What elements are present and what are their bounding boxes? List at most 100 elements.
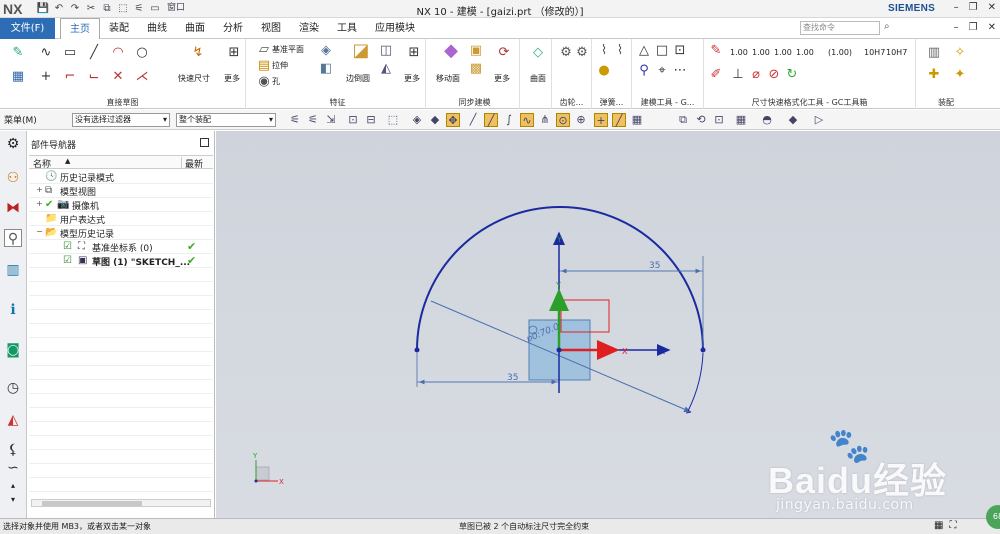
shaded-icon[interactable]: ◆ [786, 113, 800, 127]
refresh-view-icon[interactable]: ⟲ [694, 113, 708, 127]
sketch-in-task-icon[interactable]: ▦ [10, 69, 26, 85]
render-style-icon[interactable]: ▦ [734, 113, 748, 127]
more-sync-label[interactable]: 更多 [494, 73, 510, 84]
navigator-row[interactable]: ☑ ⛶ 基准坐标系 (0) ✔ [29, 240, 213, 254]
sketch-icon[interactable]: ✎ [10, 45, 26, 61]
edge-blend-icon[interactable]: ◪ [350, 42, 372, 65]
scrollbar-thumb[interactable] [42, 501, 142, 506]
assembly-navigator-icon[interactable]: ⚇ [4, 169, 22, 187]
measure-icon[interactable]: ⌖ [654, 63, 670, 79]
checkmark-icon[interactable]: ✔ [45, 199, 53, 211]
refresh-dim-icon[interactable]: ↻ [784, 67, 800, 83]
quick-trim-icon[interactable]: ✕ [110, 69, 126, 85]
edge-blend-label[interactable]: 边倒圆 [346, 73, 370, 84]
tab-assembly[interactable]: 装配 [100, 18, 138, 39]
close-button[interactable]: ✕ [988, 2, 996, 13]
view-orient-icon[interactable]: ⧉ [676, 113, 690, 127]
paste-icon[interactable]: ⬚ [116, 2, 130, 15]
no-dim-icon[interactable]: ⊘ [766, 67, 782, 83]
quick-dimension-label[interactable]: 快速尺寸 [178, 73, 210, 84]
extrude-label[interactable]: 拉伸 [272, 60, 288, 71]
origin-point[interactable] [556, 347, 562, 353]
assembly-scope-select[interactable]: 整个装配 [176, 113, 276, 127]
surface-icon[interactable]: ◇ [530, 45, 546, 61]
assembly-icon[interactable]: ▥ [926, 45, 942, 61]
status-grid-icon[interactable]: ▦ [934, 520, 943, 531]
navigator-row[interactable]: ☑ ▣ 草图 (1) "SKETCH_... ✔ [29, 254, 213, 268]
cut-icon[interactable]: ✂ [84, 2, 98, 15]
face-select-icon[interactable]: ◈ [410, 113, 424, 127]
arc-icon[interactable]: ◠ [110, 45, 126, 61]
hole-label[interactable]: 孔 [272, 76, 280, 87]
select-all-icon[interactable]: ⊡ [346, 113, 360, 127]
move-face-label[interactable]: 移动面 [436, 73, 460, 84]
display-mode-icon[interactable]: ◓ [760, 113, 774, 127]
tab-home[interactable]: 主页 [60, 18, 100, 40]
constraint-icon[interactable]: ✧ [952, 45, 968, 61]
doc-minimize-button[interactable]: – [954, 22, 959, 33]
sort-ascending-icon[interactable]: ▲ [65, 157, 70, 165]
process-studio-icon[interactable]: ⚸ [4, 441, 22, 459]
arc-endpoint-right[interactable] [700, 347, 706, 353]
tab-curve[interactable]: 曲线 [138, 18, 176, 39]
navigator-row[interactable]: + ✔ 📷 摄像机 [29, 198, 213, 212]
snap-point-icon[interactable]: ✥ [446, 113, 460, 127]
circle-icon[interactable]: ○ [134, 45, 150, 61]
rectangle-icon[interactable]: ▭ [62, 45, 78, 61]
scroll-down-icon[interactable]: ▾ [4, 491, 22, 509]
point-on-curve-icon[interactable]: ▦ [630, 113, 644, 127]
tab-surface[interactable]: 曲面 [176, 18, 214, 39]
triangle-icon[interactable]: △ [636, 43, 652, 59]
tab-applications[interactable]: 应用模块 [366, 18, 424, 39]
navigator-row[interactable]: 🕓 历史记录模式 [29, 170, 213, 184]
file-menu-button[interactable]: 文件(F) [0, 18, 55, 39]
line-select-icon[interactable]: ╱ [484, 113, 498, 127]
reuse-library-icon[interactable]: ▥ [4, 261, 22, 279]
datum-plane-icon[interactable]: ▱ [256, 42, 272, 58]
dim-number-2[interactable]: 1.00 [752, 48, 770, 57]
dim-number-4[interactable]: 1.00 [796, 48, 814, 57]
spline-icon[interactable]: ∫ [502, 113, 516, 127]
window-menu[interactable]: 窗口 [164, 2, 188, 15]
window-icon[interactable]: ▭ [148, 2, 162, 15]
save-icon[interactable]: 💾 [36, 2, 50, 15]
intersection-icon[interactable]: + [594, 113, 608, 127]
fit-view-icon[interactable]: ⊡ [712, 113, 726, 127]
search-icon[interactable]: ⌕ [884, 21, 890, 32]
more-sketch-icon[interactable]: ⊞ [226, 45, 242, 61]
select-move-icon[interactable]: ⇲ [324, 113, 338, 127]
doc-close-button[interactable]: ✕ [988, 22, 996, 33]
constraint-navigator-icon[interactable]: ⧓ [4, 199, 22, 217]
dimension-bottom-value[interactable]: 35 [507, 373, 518, 383]
body-select-icon[interactable]: ◆ [428, 113, 442, 127]
copy-icon[interactable]: ⧉ [100, 2, 114, 15]
move-face-icon[interactable]: ◆ [440, 42, 462, 65]
tab-tools[interactable]: 工具 [328, 18, 366, 39]
pull-face-icon[interactable]: ▣ [468, 43, 484, 59]
minimize-button[interactable]: – [954, 2, 959, 13]
dim-style-icon[interactable]: ✐ [708, 67, 724, 83]
add-component-icon[interactable]: ✚ [926, 67, 942, 83]
dim-format-icon[interactable]: ✎ [708, 43, 724, 59]
expand-toggle-icon[interactable]: + [35, 186, 44, 195]
profile-icon[interactable]: ∿ [38, 45, 54, 61]
datum-plane-label[interactable]: 基准平面 [272, 44, 304, 55]
perpendicular-icon[interactable]: ⊥ [730, 67, 746, 83]
mate-icon[interactable]: ✦ [952, 67, 968, 83]
navigator-row[interactable]: − 📂 模型历史记录 [29, 226, 213, 240]
tab-analysis[interactable]: 分析 [214, 18, 252, 39]
quick-dimension-icon[interactable]: ↯ [190, 45, 206, 61]
select-feature-icon[interactable]: ⚟ [288, 113, 302, 127]
tangent-icon[interactable]: ╱ [612, 113, 626, 127]
selection-filter-select[interactable]: 没有选择过滤器 [72, 113, 170, 127]
dimension-tool-icon[interactable]: ⊡ [672, 43, 688, 59]
restore-button[interactable]: ❐ [969, 2, 978, 13]
more-feature-label[interactable]: 更多 [404, 73, 420, 84]
endpoint-icon[interactable]: ∿ [520, 113, 534, 127]
replace-face-icon[interactable]: ⟳ [496, 45, 512, 61]
dim-number-7[interactable]: 10H7 [886, 48, 907, 57]
more-feature-icon[interactable]: ⊞ [406, 45, 422, 61]
spring2-icon[interactable]: ⌇ [612, 43, 628, 59]
hd3d-tools-icon[interactable]: ℹ [4, 301, 22, 319]
fillet-icon[interactable]: ⌐ [62, 69, 78, 85]
